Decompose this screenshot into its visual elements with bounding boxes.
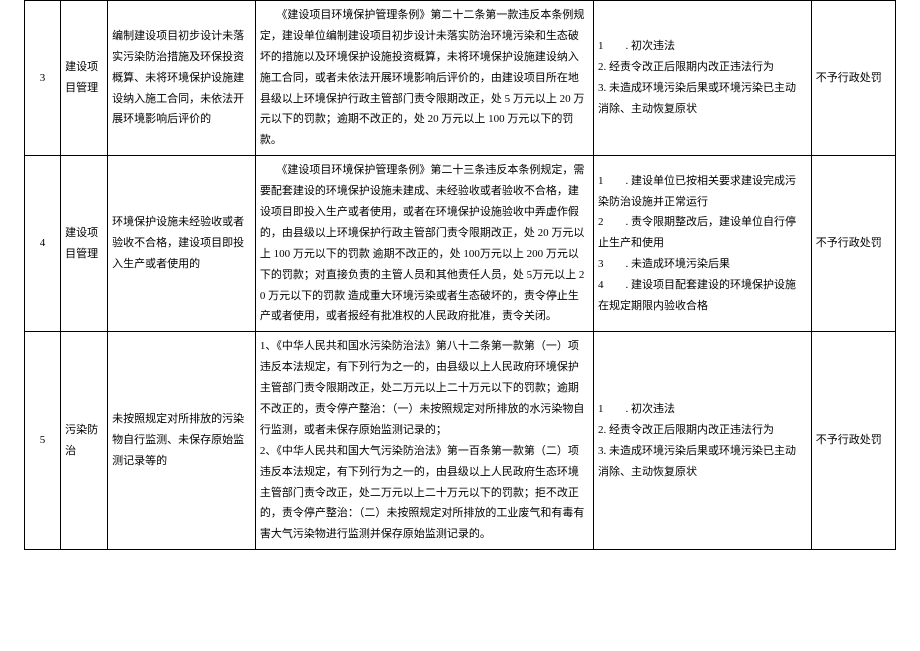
table-row: 4 建设项目管理 环境保护设施未经验收或者验收不合格，建设项目即投入生产或者使用… <box>25 156 896 332</box>
table-row: 5 污染防治 未按照规定对所排放的污染物自行监测、未保存原始监测记录等的 1、《… <box>25 332 896 550</box>
cell-num: 3 <box>25 1 61 156</box>
cell-num: 5 <box>25 332 61 550</box>
cell-category: 污染防治 <box>61 332 108 550</box>
cell-act: 环境保护设施未经验收或者验收不合格，建设项目即投入生产或者使用的 <box>108 156 256 332</box>
cell-law: 1、《中华人民共和国水污染防治法》第八十二条第一款第（一）项违反本法规定，有下列… <box>255 332 593 550</box>
cell-result: 不予行政处罚 <box>811 1 895 156</box>
cell-law: 《建设项目环境保护管理条例》第二十二条第一款违反本条例规定，建设单位编制建设项目… <box>255 1 593 156</box>
table-row: 3 建设项目管理 编制建设项目初步设计未落实污染防治措施及环保投资概算、未将环境… <box>25 1 896 156</box>
cell-condition: 1 . 建设单位已按相关要求建设完成污染防治设施并正常运行2 . 责令限期整改后… <box>593 156 811 332</box>
cell-category: 建设项目管理 <box>61 1 108 156</box>
cell-law: 《建设项目环境保护管理条例》第二十三条违反本条例规定，需要配套建设的环境保护设施… <box>255 156 593 332</box>
cell-num: 4 <box>25 156 61 332</box>
cell-result: 不予行政处罚 <box>811 332 895 550</box>
cell-condition: 1 . 初次违法2. 经责令改正后限期内改正违法行为3. 未造成环境污染后果或环… <box>593 1 811 156</box>
cell-category: 建设项目管理 <box>61 156 108 332</box>
cell-result: 不予行政处罚 <box>811 156 895 332</box>
cell-act: 未按照规定对所排放的污染物自行监测、未保存原始监测记录等的 <box>108 332 256 550</box>
cell-act: 编制建设项目初步设计未落实污染防治措施及环保投资概算、未将环境保护设施建设纳入施… <box>108 1 256 156</box>
cell-condition: 1 . 初次违法2. 经责令改正后限期内改正违法行为3. 未造成环境污染后果或环… <box>593 332 811 550</box>
regulation-table: 3 建设项目管理 编制建设项目初步设计未落实污染防治措施及环保投资概算、未将环境… <box>24 0 896 550</box>
